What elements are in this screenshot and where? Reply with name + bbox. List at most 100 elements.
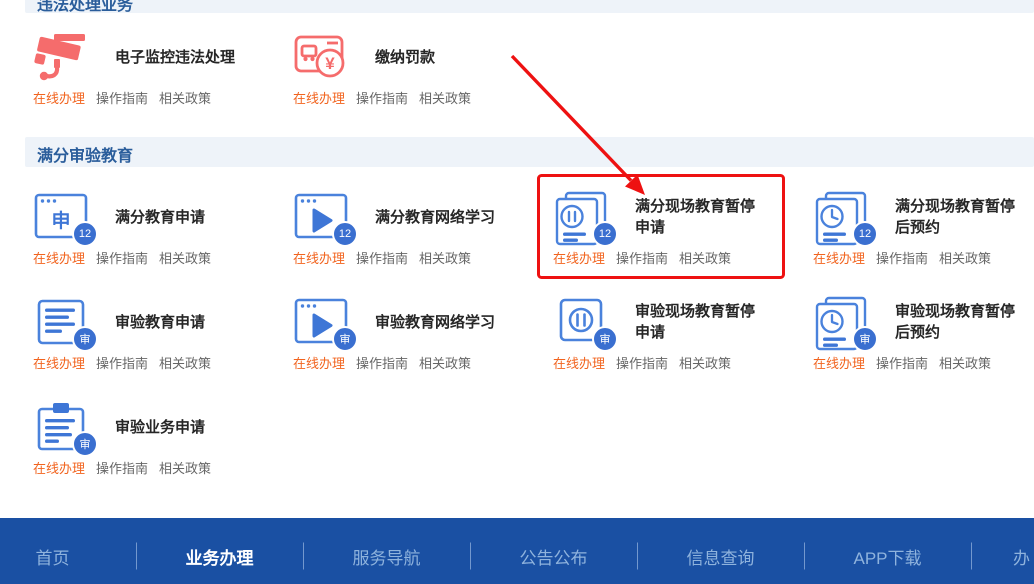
service-badge: 审 <box>72 326 98 352</box>
related-policy-link[interactable]: 相关政策 <box>419 88 471 107</box>
service-badge: 12 <box>72 221 98 247</box>
svg-text:申: 申 <box>51 209 70 232</box>
service-badge: 12 <box>852 221 878 247</box>
nav-item[interactable]: 办 <box>971 536 1034 576</box>
nav-item-label: 公告公布 <box>520 544 588 569</box>
service-card[interactable]: 审 审验现场教育暂停申请 在线办理 操作指南 相关政策 <box>545 291 805 396</box>
online-handle-link[interactable]: 在线办理 <box>553 353 605 372</box>
wallet-yen-icon: ¥ <box>293 30 349 84</box>
violation-service-grid: 电子监控违法处理 在线办理 操作指南 相关政策 ¥ 缴纳罚款 在线办理 操作指南… <box>25 26 1034 106</box>
related-policy-link[interactable]: 相关政策 <box>159 458 211 477</box>
operation-guide-link[interactable]: 操作指南 <box>876 248 928 267</box>
online-handle-link[interactable]: 在线办理 <box>33 88 85 107</box>
service-title: 审验现场教育暂停后预约 <box>895 301 1025 343</box>
online-handle-link[interactable]: 在线办理 <box>553 248 605 267</box>
operation-guide-link[interactable]: 操作指南 <box>616 353 668 372</box>
operation-guide-link[interactable]: 操作指南 <box>356 248 408 267</box>
service-links: 在线办理 操作指南 相关政策 <box>33 353 285 372</box>
nav-item[interactable]: 公告公布 <box>470 536 637 576</box>
square-pause-icon: 审 <box>553 295 609 349</box>
service-card[interactable]: 申 12 满分教育申请 在线办理 操作指南 相关政策 <box>25 186 285 291</box>
service-title: 满分教育网络学习 <box>375 207 505 228</box>
section-title: 违法处理业务 <box>25 0 1034 15</box>
service-links: 在线办理 操作指南 相关政策 <box>33 458 285 477</box>
svg-text:¥: ¥ <box>325 54 335 73</box>
service-card[interactable]: 12 满分现场教育暂停申请 在线办理 操作指南 相关政策 <box>545 186 805 291</box>
service-title: 审验业务申请 <box>115 417 245 438</box>
service-links: 在线办理 操作指南 相关政策 <box>33 88 285 107</box>
operation-guide-link[interactable]: 操作指南 <box>96 248 148 267</box>
window-play-icon: 12 <box>293 190 349 244</box>
online-handle-link[interactable]: 在线办理 <box>293 248 345 267</box>
section-header-education: 满分审验教育 <box>25 137 1034 167</box>
related-policy-link[interactable]: 相关政策 <box>679 353 731 372</box>
window-shen-icon: 申 12 <box>33 190 89 244</box>
related-policy-link[interactable]: 相关政策 <box>939 353 991 372</box>
bottom-nav-items: 首页 业务办理 服务导航 公告公布 信息查询 APP下载 办 <box>0 518 1034 584</box>
service-card[interactable]: 审 审验教育申请 在线办理 操作指南 相关政策 <box>25 291 285 396</box>
related-policy-link[interactable]: 相关政策 <box>159 248 211 267</box>
service-card[interactable]: 审 审验教育网络学习 在线办理 操作指南 相关政策 <box>285 291 545 396</box>
service-card[interactable]: 12 满分教育网络学习 在线办理 操作指南 相关政策 <box>285 186 545 291</box>
operation-guide-link[interactable]: 操作指南 <box>96 353 148 372</box>
operation-guide-link[interactable]: 操作指南 <box>356 353 408 372</box>
doc-lines-icon: 审 <box>33 295 89 349</box>
operation-guide-link[interactable]: 操作指南 <box>616 248 668 267</box>
online-handle-link[interactable]: 在线办理 <box>293 353 345 372</box>
service-links: 在线办理 操作指南 相关政策 <box>293 353 545 372</box>
service-links: 在线办理 操作指南 相关政策 <box>553 248 805 267</box>
service-title: 电子监控违法处理 <box>115 47 245 68</box>
service-card-top: ¥ 缴纳罚款 <box>293 30 545 84</box>
operation-guide-link[interactable]: 操作指南 <box>96 88 148 107</box>
service-card-top: 审 审验教育网络学习 <box>293 295 545 349</box>
service-card[interactable]: 审 审验业务申请 在线办理 操作指南 相关政策 <box>25 396 285 501</box>
nav-item[interactable]: 信息查询 <box>637 536 804 576</box>
operation-guide-link[interactable]: 操作指南 <box>356 88 408 107</box>
service-card-top: 审 审验现场教育暂停后预约 <box>813 295 1034 349</box>
service-card[interactable]: ¥ 缴纳罚款 在线办理 操作指南 相关政策 <box>285 26 545 106</box>
related-policy-link[interactable]: 相关政策 <box>419 353 471 372</box>
service-card-top: 审 审验业务申请 <box>33 400 285 454</box>
service-title: 审验教育网络学习 <box>375 312 505 333</box>
service-card-top: 审 审验现场教育暂停申请 <box>553 295 805 349</box>
page: 违法处理业务 电子监控违法处理 在线办理 操作指南 相关政策 <box>0 0 1034 584</box>
cctv-camera-icon <box>33 30 89 84</box>
service-badge: 审 <box>332 326 358 352</box>
nav-item-label: APP下载 <box>853 544 921 569</box>
online-handle-link[interactable]: 在线办理 <box>33 248 85 267</box>
service-card-top: 电子监控违法处理 <box>33 30 285 84</box>
nav-item[interactable]: 首页 <box>0 536 136 576</box>
service-links: 在线办理 操作指南 相关政策 <box>33 248 285 267</box>
service-badge: 审 <box>592 326 618 352</box>
online-handle-link[interactable]: 在线办理 <box>293 88 345 107</box>
operation-guide-link[interactable]: 操作指南 <box>96 458 148 477</box>
online-handle-link[interactable]: 在线办理 <box>33 353 85 372</box>
related-policy-link[interactable]: 相关政策 <box>159 88 211 107</box>
nav-item[interactable]: 服务导航 <box>303 536 470 576</box>
online-handle-link[interactable]: 在线办理 <box>33 458 85 477</box>
nav-item[interactable]: APP下载 <box>804 536 971 576</box>
docs-pause-icon: 12 <box>553 190 609 244</box>
service-title: 缴纳罚款 <box>375 47 505 68</box>
service-links: 在线办理 操作指南 相关政策 <box>293 88 545 107</box>
service-card[interactable]: 12 满分现场教育暂停后预约 在线办理 操作指南 相关政策 <box>805 186 1034 291</box>
related-policy-link[interactable]: 相关政策 <box>159 353 211 372</box>
service-title: 审验教育申请 <box>115 312 245 333</box>
section-header-violation: 违法处理业务 <box>25 0 1034 13</box>
clipboard-lines-icon: 审 <box>33 400 89 454</box>
service-links: 在线办理 操作指南 相关政策 <box>813 248 1034 267</box>
service-card[interactable]: 电子监控违法处理 在线办理 操作指南 相关政策 <box>25 26 285 106</box>
online-handle-link[interactable]: 在线办理 <box>813 353 865 372</box>
online-handle-link[interactable]: 在线办理 <box>813 248 865 267</box>
operation-guide-link[interactable]: 操作指南 <box>876 353 928 372</box>
related-policy-link[interactable]: 相关政策 <box>679 248 731 267</box>
service-card-top: 申 12 满分教育申请 <box>33 190 285 244</box>
service-card[interactable]: 审 审验现场教育暂停后预约 在线办理 操作指南 相关政策 <box>805 291 1034 396</box>
education-service-grid: 申 12 满分教育申请 在线办理 操作指南 相关政策 12 满分教育网络学习 在… <box>25 186 1034 501</box>
docs-clock-icon: 12 <box>813 190 869 244</box>
nav-item[interactable]: 业务办理 <box>136 536 303 576</box>
related-policy-link[interactable]: 相关政策 <box>939 248 991 267</box>
nav-item-label: 信息查询 <box>687 544 755 569</box>
service-title: 满分现场教育暂停后预约 <box>895 196 1025 238</box>
related-policy-link[interactable]: 相关政策 <box>419 248 471 267</box>
